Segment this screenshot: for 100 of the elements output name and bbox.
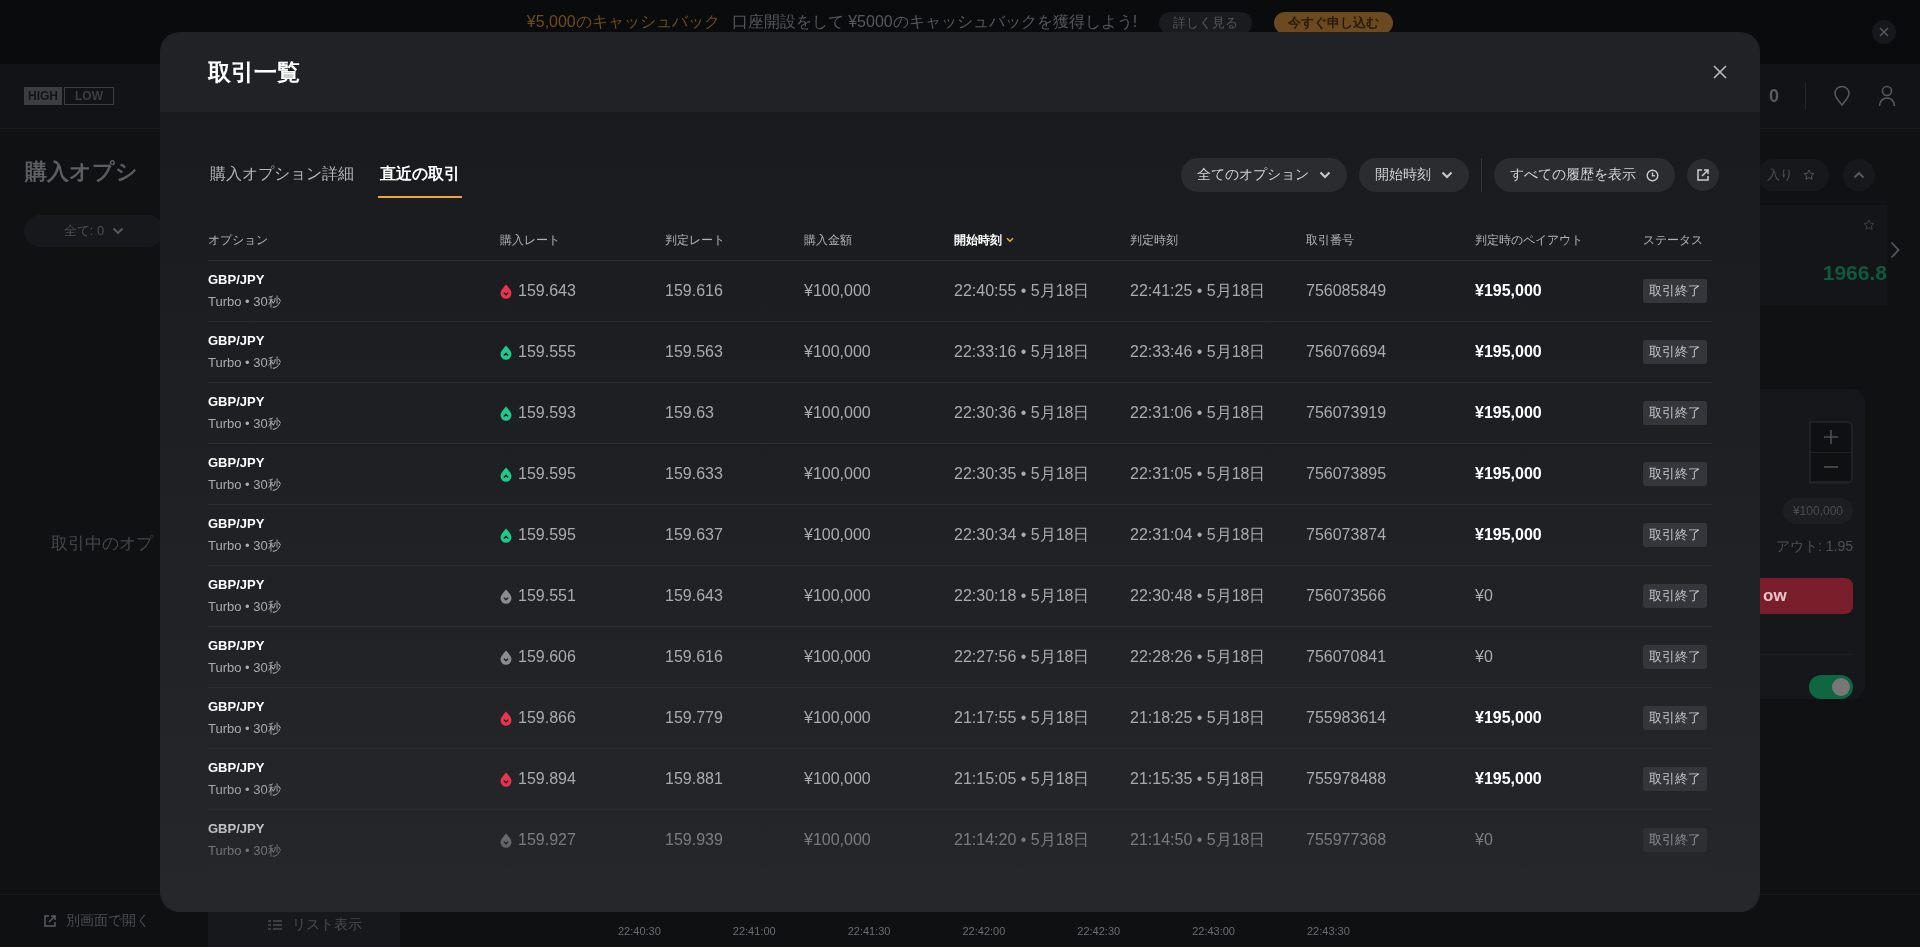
status-tag: 取引終了 bbox=[1643, 340, 1707, 364]
option-type: Turbo • 30秒 bbox=[208, 353, 281, 372]
closing-rate: 159.881 bbox=[665, 770, 723, 788]
plus-icon[interactable] bbox=[1824, 430, 1838, 445]
asset-name: GBP/JPY bbox=[208, 454, 265, 470]
purchase-rate: 159.927 bbox=[518, 831, 576, 849]
status-tag: 取引終了 bbox=[1643, 401, 1707, 425]
star-icon[interactable] bbox=[1863, 219, 1875, 231]
purchase-amount: ¥100,000 bbox=[804, 343, 871, 361]
time-axis-label: 22:43:30 bbox=[1306, 925, 1350, 937]
column-header[interactable]: 購入レート bbox=[500, 231, 665, 249]
closing-rate: 159.563 bbox=[665, 343, 723, 361]
option-type: Turbo • 30秒 bbox=[208, 658, 281, 677]
end-time: 21:18:25 • 5月18日 bbox=[1130, 707, 1266, 728]
status-tag: 取引終了 bbox=[1643, 462, 1707, 486]
column-header[interactable]: 取引番号 bbox=[1306, 231, 1475, 249]
chevron-up-icon bbox=[1853, 171, 1865, 179]
history-button[interactable]: すべての履歴を表示 bbox=[1494, 158, 1675, 192]
closing-rate: 159.637 bbox=[665, 526, 723, 544]
start-time: 22:30:18 • 5月18日 bbox=[954, 585, 1090, 606]
trade-number: 756073895 bbox=[1306, 465, 1387, 483]
tab[interactable]: 購入オプション詳細 bbox=[208, 152, 356, 198]
option-type: Turbo • 30秒 bbox=[208, 536, 281, 555]
column-header[interactable]: ステータス bbox=[1643, 231, 1712, 249]
purchase-rate: 159.593 bbox=[518, 404, 576, 422]
purchase-amount: ¥100,000 bbox=[804, 709, 871, 727]
status-tag: 取引終了 bbox=[1643, 706, 1707, 730]
closing-rate: 159.633 bbox=[665, 465, 723, 483]
time-axis-label: 22:42:00 bbox=[962, 925, 1006, 937]
purchase-amount: ¥100,000 bbox=[804, 404, 871, 422]
column-header[interactable]: 判定時刻 bbox=[1130, 231, 1306, 249]
end-time: 22:31:06 • 5月18日 bbox=[1130, 402, 1266, 423]
clock-icon bbox=[1646, 168, 1659, 182]
amount-stepper[interactable] bbox=[1809, 421, 1853, 484]
trade-number: 755977368 bbox=[1306, 831, 1387, 849]
status-tag: 取引終了 bbox=[1643, 523, 1707, 547]
column-header[interactable]: 購入金額 bbox=[804, 231, 954, 249]
purchase-amount: ¥100,000 bbox=[804, 587, 871, 605]
asset-name: GBP/JPY bbox=[208, 576, 265, 592]
asset-name: GBP/JPY bbox=[208, 271, 265, 287]
payout-amount: ¥195,000 bbox=[1475, 282, 1542, 300]
toggle-switch[interactable] bbox=[1809, 675, 1853, 699]
tab[interactable]: 直近の取引 bbox=[378, 152, 462, 198]
payout-amount: ¥195,000 bbox=[1475, 770, 1542, 788]
status-tag: 取引終了 bbox=[1643, 767, 1707, 791]
closing-rate: 159.939 bbox=[665, 831, 723, 849]
end-time: 22:41:25 • 5月18日 bbox=[1130, 280, 1266, 301]
promo-text: 口座開設をして ¥5000のキャッシュバックを獲得しよう! bbox=[731, 12, 1138, 32]
column-header[interactable]: 判定レート bbox=[665, 231, 804, 249]
end-time: 22:30:48 • 5月18日 bbox=[1130, 585, 1266, 606]
trade-number: 755983614 bbox=[1306, 709, 1387, 727]
end-time: 22:28:26 • 5月18日 bbox=[1130, 646, 1266, 667]
end-time: 21:15:35 • 5月18日 bbox=[1130, 768, 1266, 789]
column-header[interactable]: 開始時刻 bbox=[954, 231, 1130, 249]
payout-amount: ¥195,000 bbox=[1475, 709, 1542, 727]
end-time: 21:14:50 • 5月18日 bbox=[1130, 829, 1266, 850]
star-icon bbox=[1803, 169, 1815, 181]
payout-amount: ¥195,000 bbox=[1475, 465, 1542, 483]
time-axis-label: 22:41:00 bbox=[732, 925, 776, 937]
filter-dropdown[interactable]: 全てのオプション bbox=[1181, 158, 1347, 192]
purchase-amount: ¥100,000 bbox=[804, 526, 871, 544]
start-time: 21:14:20 • 5月18日 bbox=[954, 829, 1090, 850]
purchase-amount: ¥100,000 bbox=[804, 282, 871, 300]
purchase-amount: ¥100,000 bbox=[804, 648, 871, 666]
purchase-rate: 159.551 bbox=[518, 587, 576, 605]
chevron-right-icon[interactable] bbox=[1890, 241, 1900, 259]
low-button[interactable]: ow bbox=[1757, 578, 1853, 614]
balance-text: 0 bbox=[1769, 85, 1779, 107]
minus-icon[interactable] bbox=[1824, 465, 1838, 468]
collapse-button[interactable] bbox=[1843, 159, 1875, 191]
trade-number: 755978488 bbox=[1306, 770, 1387, 788]
time-axis-label: 22:43:00 bbox=[1192, 925, 1235, 937]
column-header[interactable]: 判定時のペイアウト bbox=[1475, 231, 1643, 249]
start-time: 22:30:36 • 5月18日 bbox=[954, 402, 1090, 423]
chevron-down-icon bbox=[1441, 171, 1453, 179]
filter-dropdown[interactable]: 開始時刻 bbox=[1359, 158, 1469, 192]
end-time: 22:33:46 • 5月18日 bbox=[1130, 341, 1266, 362]
location-pin-icon[interactable] bbox=[1832, 85, 1852, 107]
end-time: 22:31:04 • 5月18日 bbox=[1130, 524, 1266, 545]
status-tag: 取引終了 bbox=[1643, 584, 1707, 608]
time-axis-label: 22:42:30 bbox=[1077, 925, 1121, 937]
purchase-rate: 159.643 bbox=[518, 282, 576, 300]
purchase-rate: 159.555 bbox=[518, 343, 576, 361]
external-link-icon bbox=[1697, 169, 1709, 181]
start-time: 22:27:56 • 5月18日 bbox=[954, 646, 1090, 667]
option-type: Turbo • 30秒 bbox=[208, 475, 281, 494]
closing-rate: 159.616 bbox=[665, 282, 723, 300]
column-header[interactable]: オプション bbox=[208, 231, 500, 249]
option-type: Turbo • 30秒 bbox=[208, 414, 281, 433]
trade-number: 756073919 bbox=[1306, 404, 1387, 422]
user-icon[interactable] bbox=[1878, 85, 1896, 107]
trade-number: 756070841 bbox=[1306, 648, 1387, 666]
start-time: 21:15:05 • 5月18日 bbox=[954, 768, 1090, 789]
asset-name: GBP/JPY bbox=[208, 759, 265, 775]
export-button[interactable] bbox=[1687, 159, 1719, 191]
purchase-amount: ¥100,000 bbox=[804, 465, 871, 483]
list-icon bbox=[268, 919, 282, 931]
external-link-icon bbox=[44, 915, 56, 927]
trade-number: 756073874 bbox=[1306, 526, 1387, 544]
asset-name: GBP/JPY bbox=[208, 698, 265, 714]
